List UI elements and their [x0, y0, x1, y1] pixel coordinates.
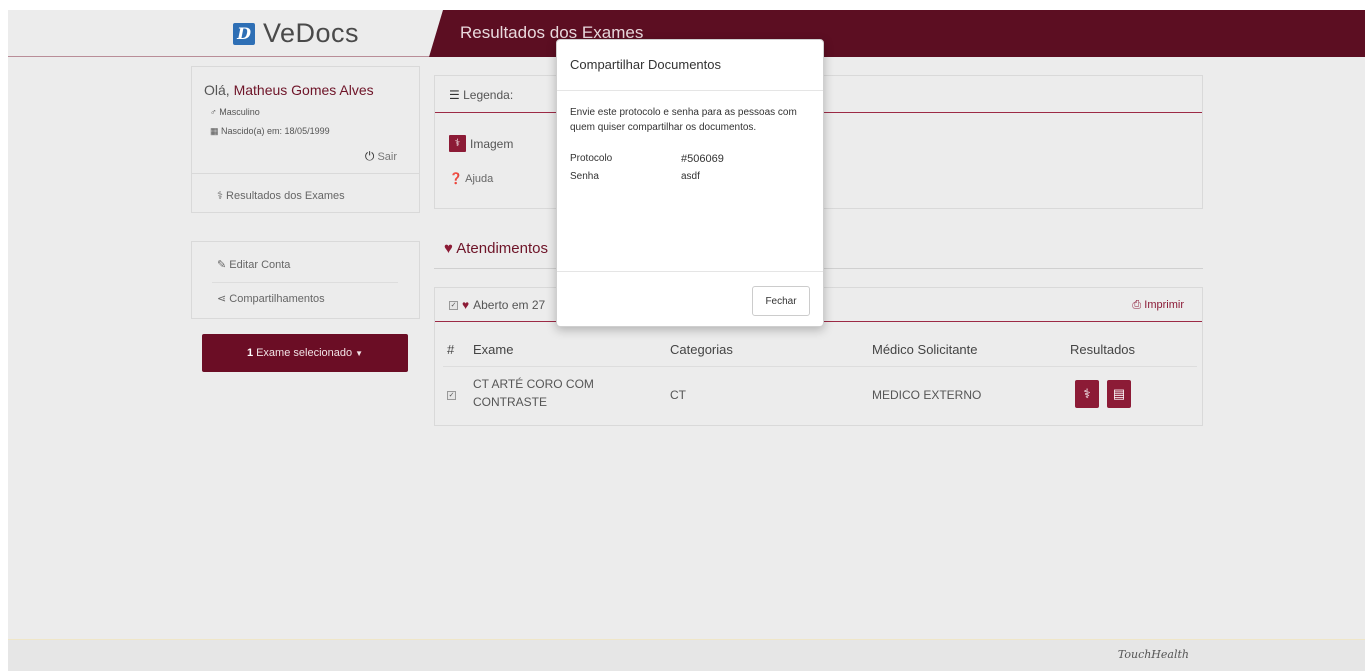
divider [212, 282, 398, 283]
sidebar-item-results[interactable]: ⚕ Resultados dos Exames [217, 189, 345, 202]
sidebar-item-edit-account[interactable]: ✎ Editar Conta [217, 258, 290, 271]
exam-selected-button[interactable]: 1 Exame selecionado ▼ [202, 334, 408, 372]
menu-card: ✎ Editar Conta ⋖ Compartilhamentos [191, 241, 420, 319]
caret-down-icon: ▼ [355, 348, 364, 358]
heartbeat-icon: ♥ [444, 240, 453, 257]
user-card: Olá, Matheus Gomes Alves ♂ Masculino ▦ N… [191, 66, 420, 213]
col-doctor: Médico Solicitante [872, 342, 978, 357]
legend-title: ☰ Legenda: [449, 88, 514, 102]
birth-date: ▦ Nascido(a) em: 18/05/1999 [210, 126, 330, 136]
footer-brand: TouchHealth [1117, 648, 1189, 661]
brand-name: VeDocs [263, 18, 360, 48]
row-checkbox[interactable]: ✓ [447, 391, 456, 400]
print-button[interactable]: ⎙ Imprimir [1132, 299, 1184, 312]
protocol-value: #506069 [681, 153, 724, 165]
help-link[interactable]: ❓ Ajuda [449, 172, 493, 185]
divider [557, 271, 823, 272]
footer: TouchHealth [8, 639, 1365, 671]
legend-image: ⚕ Imagem [449, 135, 513, 152]
brand[interactable]: D VeDocs [233, 18, 359, 49]
col-exam: Exame [473, 342, 514, 357]
close-button[interactable]: Fechar [752, 286, 810, 316]
password-value: asdf [681, 171, 700, 182]
exam-name: CT ARTÉ CORO COM CONTRASTE [473, 377, 594, 409]
exam-category: CT [670, 388, 686, 402]
greeting: Olá, Matheus Gomes Alves [204, 82, 374, 98]
question-icon: ❓ [449, 173, 463, 185]
protocol-label: Protocolo [570, 153, 613, 164]
document-result-icon[interactable]: ▤ [1107, 380, 1131, 408]
select-all-checkbox[interactable]: ✓ [449, 300, 458, 310]
print-icon: ⎙ [1132, 299, 1142, 311]
vedocs-logo-icon: D [233, 22, 255, 45]
user-name: Matheus Gomes Alves [233, 82, 374, 98]
gender: ♂ Masculino [210, 107, 260, 117]
image-result-icon[interactable]: ⚕ [1075, 380, 1099, 408]
share-icon: ⋖ [217, 293, 227, 305]
modal-title: Compartilhar Documentos [570, 57, 722, 72]
result-actions: ⚕ ▤ [1075, 380, 1131, 408]
col-results: Resultados [1070, 342, 1136, 357]
calendar-icon: ▦ [210, 126, 219, 136]
divider [443, 366, 1197, 367]
power-icon: ⏻ [364, 149, 375, 163]
divider [192, 173, 419, 174]
male-icon: ♂ [210, 107, 217, 117]
sidebar-item-shares[interactable]: ⋖ Compartilhamentos [217, 292, 325, 305]
stethoscope-icon: ⚕ [217, 190, 223, 202]
col-category: Categorias [670, 342, 733, 357]
image-icon: ⚕ [449, 135, 466, 152]
divider [557, 90, 823, 91]
edit-icon: ✎ [217, 259, 227, 271]
logout-link[interactable]: ⏻ Sair [365, 149, 397, 164]
password-label: Senha [570, 171, 599, 182]
modal-text: Envie este protocolo e senha para as pes… [570, 107, 797, 133]
list-icon: ☰ [449, 88, 460, 102]
exam-doctor: MEDICO EXTERNO [872, 388, 982, 402]
share-documents-modal: Compartilhar Documentos Envie este proto… [556, 39, 824, 327]
attendances-title: ♥ Atendimentos [444, 240, 548, 257]
heartbeat-icon: ♥ [462, 298, 470, 312]
open-date: ✓ ♥ Aberto em 27 [449, 298, 546, 312]
col-hash: # [447, 342, 455, 357]
